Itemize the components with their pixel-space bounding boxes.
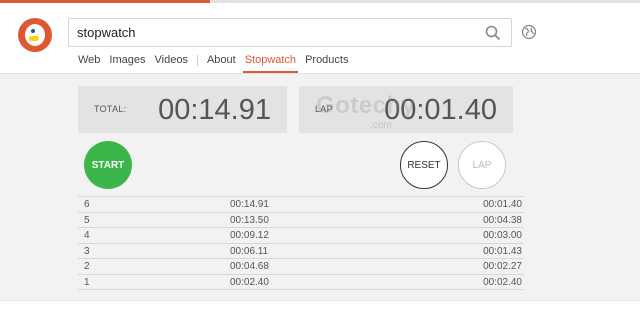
lap-number: 6: [84, 199, 90, 210]
lap-split-time: 00:01.43: [483, 245, 522, 257]
stopwatch-area: TOTAL: 00:14.91 LAP 00:01.40 Gotechy .co…: [0, 73, 640, 300]
lap-number: 1: [84, 276, 90, 288]
total-time-display: 00:14.91: [158, 94, 271, 126]
lap-button[interactable]: LAP: [458, 141, 506, 189]
lap-number: 2: [84, 261, 90, 272]
start-button[interactable]: START: [84, 141, 132, 189]
reset-button[interactable]: RESET: [400, 141, 448, 189]
lap-total-time: 00:13.50: [230, 214, 269, 226]
total-label: TOTAL:: [94, 104, 127, 114]
watermark-suffix: .com: [370, 120, 392, 131]
duck-beak: [29, 36, 39, 41]
search-input[interactable]: [77, 23, 467, 42]
lap-total-time: 00:14.91: [230, 199, 269, 210]
nav-item-products[interactable]: Products: [305, 53, 348, 73]
lap-total-time: 00:04.68: [230, 261, 269, 272]
duck-eye: [31, 29, 35, 33]
duckduckgo-logo-icon[interactable]: [18, 18, 52, 52]
search-box: [68, 18, 512, 47]
table-row: 4 00:09.12 00:03.00: [78, 228, 524, 244]
header: Web Images Videos About Stopwatch Produc…: [0, 3, 640, 73]
lap-table: 6 00:14.91 00:01.40 5 00:13.50 00:04.38 …: [78, 196, 524, 290]
table-row: 3 00:06.11 00:01.43: [78, 244, 524, 259]
table-row: 1 00:02.40 00:02.40: [78, 275, 524, 290]
watermark-logo: Gotechy: [316, 92, 416, 119]
search-icon[interactable]: [485, 25, 501, 41]
lap-total-time: 00:09.12: [230, 230, 269, 241]
lap-split-time: 00:03.00: [483, 230, 522, 241]
lap-number: 5: [84, 214, 90, 226]
search-nav: Web Images Videos About Stopwatch Produc…: [78, 53, 357, 73]
nav-item-web[interactable]: Web: [78, 53, 100, 73]
lap-split-time: 00:01.40: [483, 199, 522, 210]
table-row: 2 00:04.68 00:02.27: [78, 259, 524, 275]
total-time-panel: TOTAL: 00:14.91: [78, 86, 287, 133]
nav-divider: [196, 55, 198, 66]
table-row: 5 00:13.50 00:04.38: [78, 213, 524, 228]
lap-split-time: 00:02.40: [483, 276, 522, 288]
footer-bar: [0, 300, 640, 318]
lap-total-time: 00:02.40: [230, 276, 269, 288]
nav-item-about[interactable]: About: [207, 53, 236, 73]
globe-icon[interactable]: [521, 24, 537, 40]
lap-split-time: 00:04.38: [483, 214, 522, 226]
duck-face: [25, 24, 45, 46]
nav-item-stopwatch[interactable]: Stopwatch: [242, 53, 299, 73]
nav-item-videos[interactable]: Videos: [155, 53, 188, 73]
lap-total-time: 00:06.11: [230, 245, 269, 257]
table-row: 6 00:14.91 00:01.40: [78, 197, 524, 213]
lap-split-time: 00:02.27: [483, 261, 522, 272]
lap-number: 4: [84, 230, 90, 241]
lap-number: 3: [84, 245, 90, 257]
nav-item-images[interactable]: Images: [109, 53, 145, 73]
